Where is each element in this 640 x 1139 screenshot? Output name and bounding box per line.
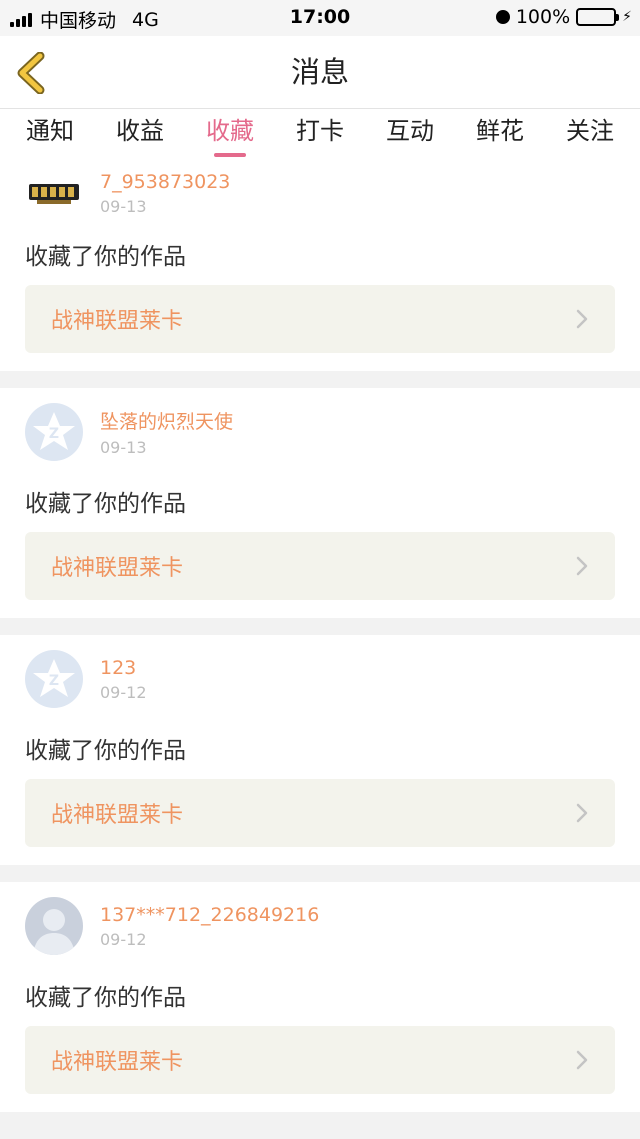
nav-bar: 消息 [0, 36, 640, 109]
chevron-right-icon [576, 309, 588, 329]
tab-checkin[interactable]: 打卡 [296, 109, 344, 157]
message-header: 137***712_226849216 09-12 [25, 882, 615, 970]
tab-interaction[interactable]: 互动 [386, 109, 434, 157]
message-meta: 123 09-12 [100, 657, 147, 702]
page-title: 消息 [290, 55, 349, 89]
message-meta: 137***712_226849216 09-12 [100, 904, 319, 949]
tab-earnings[interactable]: 收益 [116, 109, 164, 157]
chevron-right-icon [576, 556, 588, 576]
message-card: Z 123 09-12 收藏了你的作品 战神联盟莱卡 [0, 635, 640, 865]
message-action: 收藏了你的作品 [25, 491, 186, 517]
message-action: 收藏了你的作品 [25, 738, 186, 764]
status-bar: 中国移动 4G 17:00 100% ⚡ [0, 0, 640, 36]
battery-icon [576, 8, 620, 26]
alarm-icon [495, 10, 510, 24]
qq-star-icon: Z [33, 659, 75, 697]
message-action: 收藏了你的作品 [25, 244, 186, 270]
username[interactable]: 137***712_226849216 [100, 904, 319, 926]
message-header: 7_953873023 09-13 [25, 157, 615, 229]
work-title: 战神联盟莱卡 [51, 803, 184, 828]
back-arrow-icon[interactable] [14, 52, 50, 94]
work-link[interactable]: 战神联盟莱卡 [25, 1026, 615, 1094]
game-logo-icon [29, 184, 79, 204]
avatar[interactable]: Z [25, 403, 83, 461]
work-link[interactable]: 战神联盟莱卡 [25, 779, 615, 847]
charging-icon: ⚡ [622, 9, 632, 25]
tab-favorites[interactable]: 收藏 [206, 109, 254, 157]
username[interactable]: 123 [100, 657, 147, 679]
message-date: 09-13 [100, 438, 147, 457]
message-meta: 7_953873023 09-13 [100, 171, 230, 216]
work-title: 战神联盟莱卡 [51, 556, 184, 581]
message-date: 09-12 [100, 682, 147, 702]
battery-percent: 100% [515, 6, 571, 28]
avatar[interactable] [25, 164, 83, 222]
chevron-right-icon [576, 1050, 588, 1070]
avatar[interactable]: Z [25, 650, 83, 708]
avatar[interactable] [25, 897, 83, 955]
work-title: 战神联盟莱卡 [51, 1050, 184, 1075]
svg-text:Z: Z [49, 673, 59, 689]
work-link[interactable]: 战神联盟莱卡 [25, 285, 615, 353]
tab-notifications[interactable]: 通知 [26, 109, 74, 157]
svg-text:Z: Z [49, 426, 59, 442]
message-header: Z 坠落的炽烈天使 09-13 [25, 388, 615, 476]
message-card: 7_953873023 09-13 收藏了你的作品 战神联盟莱卡 [0, 157, 640, 371]
message-meta: 坠落的炽烈天使 09-13 [100, 407, 233, 457]
qq-star-icon: Z [33, 412, 75, 450]
message-date: 09-12 [100, 929, 147, 949]
message-card: 137***712_226849216 09-12 收藏了你的作品 战神联盟莱卡 [0, 882, 640, 1112]
message-card: Z 坠落的炽烈天使 09-13 收藏了你的作品 战神联盟莱卡 [0, 388, 640, 618]
tab-flowers[interactable]: 鲜花 [476, 109, 524, 157]
username[interactable]: 7_953873023 [100, 171, 230, 193]
message-date: 09-13 [100, 196, 147, 216]
message-action: 收藏了你的作品 [25, 985, 186, 1011]
message-header: Z 123 09-12 [25, 635, 615, 723]
username[interactable]: 坠落的炽烈天使 [100, 407, 233, 434]
tab-bar: 通知 收益 收藏 打卡 互动 鲜花 关注 [0, 109, 640, 157]
chevron-right-icon [576, 803, 588, 823]
work-link[interactable]: 战神联盟莱卡 [25, 532, 615, 600]
person-icon [33, 909, 75, 955]
status-right: 100% ⚡ [495, 6, 632, 28]
work-title: 战神联盟莱卡 [51, 309, 184, 334]
tab-follows[interactable]: 关注 [566, 109, 614, 157]
